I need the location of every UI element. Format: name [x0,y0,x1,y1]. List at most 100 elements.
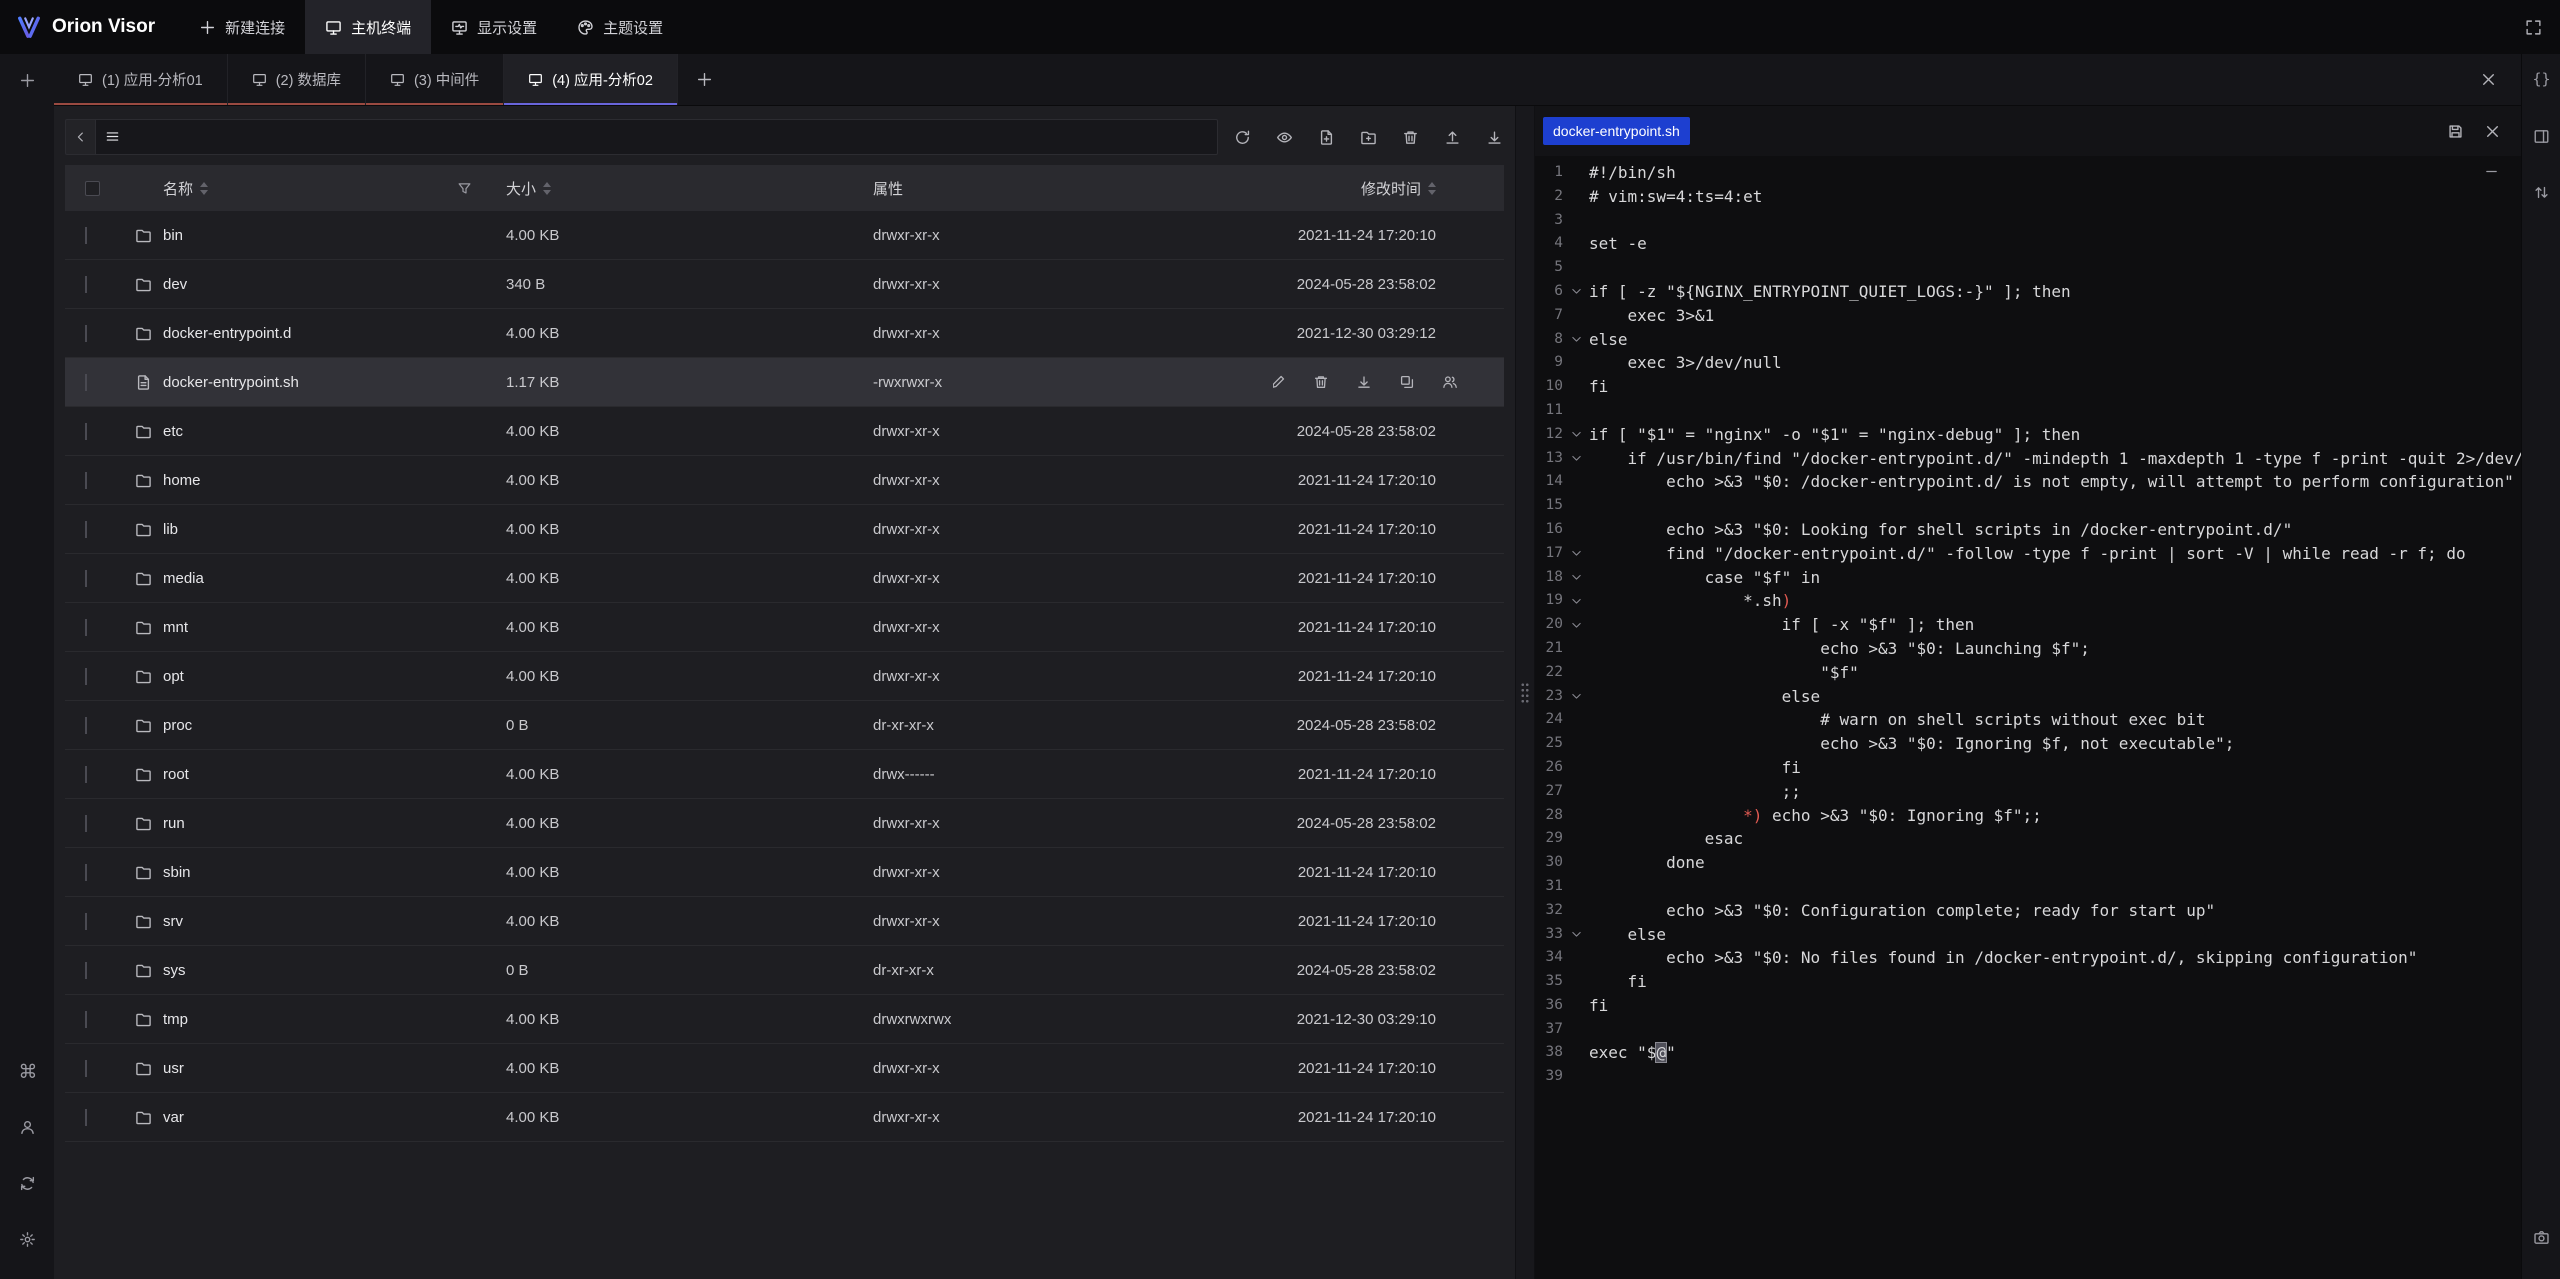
terminal-tab-2[interactable]: (2) 数据库 [228,54,366,105]
sort-icon[interactable] [1428,182,1436,195]
code-line[interactable]: 9 exec 3>/dev/null [1535,351,2521,375]
menu-item-display-settings[interactable]: 显示设置 [431,0,557,54]
row-checkbox[interactable] [85,325,87,342]
row-checkbox[interactable] [85,570,87,587]
code-line[interactable]: 27 ;; [1535,780,2521,804]
code-line[interactable]: 11 [1535,399,2521,423]
code-line[interactable]: 32 echo >&3 "$0: Configuration complete;… [1535,899,2521,923]
upload-button[interactable] [1444,129,1461,146]
fold-chevron-icon[interactable] [1563,923,1589,947]
file-row[interactable]: media4.00 KBdrwxr-xr-x2021-11-24 17:20:1… [65,554,1504,603]
code-line[interactable]: 24 # warn on shell scripts without exec … [1535,708,2521,732]
file-row[interactable]: tmp4.00 KBdrwxrwxrwx2021-12-30 03:29:10 [65,995,1504,1044]
fold-chevron-icon[interactable] [1563,566,1589,590]
editor-file-tab[interactable]: docker-entrypoint.sh [1543,117,1690,145]
row-checkbox[interactable] [85,423,87,440]
row-delete-button[interactable] [1313,374,1329,390]
code-line[interactable]: 31 [1535,875,2521,899]
save-button[interactable] [2447,123,2464,140]
row-download-button[interactable] [1356,374,1372,390]
code-line[interactable]: 6if [ -z "${NGINX_ENTRYPOINT_QUIET_LOGS:… [1535,280,2521,304]
path-input[interactable] [95,119,1218,155]
code-line[interactable]: 25 echo >&3 "$0: Ignoring $f, not execut… [1535,732,2521,756]
menu-item-host-terminal[interactable]: 主机终端 [305,0,431,54]
code-line[interactable]: 22 "$f" [1535,661,2521,685]
fold-chevron-icon[interactable] [1563,542,1589,566]
close-editor-button[interactable] [2484,123,2501,140]
fold-chevron-icon[interactable] [1563,613,1589,637]
code-line[interactable]: 8else [1535,328,2521,352]
file-row[interactable]: proc0 Bdr-xr-xr-x2024-05-28 23:58:02 [65,701,1504,750]
code-line[interactable]: 35 fi [1535,970,2521,994]
row-checkbox[interactable] [85,962,87,979]
sort-button[interactable] [2522,172,2560,212]
row-checkbox[interactable] [85,227,87,244]
file-row[interactable]: sbin4.00 KBdrwxr-xr-x2021-11-24 17:20:10 [65,848,1504,897]
add-tab-button[interactable] [678,54,732,105]
column-header-mtime[interactable]: 修改时间 [1273,165,1504,211]
user-button[interactable] [8,1107,46,1147]
code-line[interactable]: 34 echo >&3 "$0: No files found in /dock… [1535,946,2521,970]
code-line[interactable]: 1#!/bin/sh [1535,161,2521,185]
code-line[interactable]: 13 if /usr/bin/find "/docker-entrypoint.… [1535,447,2521,471]
download-button[interactable] [1486,129,1503,146]
code-line[interactable]: 26 fi [1535,756,2521,780]
row-checkbox[interactable] [85,864,87,881]
file-row[interactable]: dev340 Bdrwxr-xr-x2024-05-28 23:58:02 [65,260,1504,309]
row-checkbox[interactable] [85,668,87,685]
row-checkbox[interactable] [85,1060,87,1077]
code-line[interactable]: 29 esac [1535,827,2521,851]
commands-button[interactable]: ⌘ [8,1051,46,1091]
sync-button[interactable] [8,1163,46,1203]
row-checkbox[interactable] [85,1109,87,1126]
file-row[interactable]: mnt4.00 KBdrwxr-xr-x2021-11-24 17:20:10 [65,603,1504,652]
delete-button[interactable] [1402,129,1419,146]
row-checkbox[interactable] [85,913,87,930]
terminal-tab-3[interactable]: (3) 中间件 [366,54,504,105]
code-line[interactable]: 39 [1535,1065,2521,1089]
row-checkbox[interactable] [85,1011,87,1028]
file-row[interactable]: run4.00 KBdrwxr-xr-x2024-05-28 23:58:02 [65,799,1504,848]
code-line[interactable]: 17 find "/docker-entrypoint.d/" -follow … [1535,542,2521,566]
code-line[interactable]: 36fi [1535,994,2521,1018]
code-line[interactable]: 10fi [1535,375,2521,399]
code-line[interactable]: 19 *.sh) [1535,589,2521,613]
file-row[interactable]: etc4.00 KBdrwxr-xr-x2024-05-28 23:58:02 [65,407,1504,456]
file-row[interactable]: home4.00 KBdrwxr-xr-x2021-11-24 17:20:10 [65,456,1504,505]
collapse-all-button[interactable] [2484,164,2499,179]
file-row[interactable]: lib4.00 KBdrwxr-xr-x2021-11-24 17:20:10 [65,505,1504,554]
column-header-size[interactable]: 大小 [486,165,853,211]
file-row[interactable]: docker-entrypoint.d4.00 KBdrwxr-xr-x2021… [65,309,1504,358]
code-line[interactable]: 7 exec 3>&1 [1535,304,2521,328]
new-file-button[interactable] [1318,129,1335,146]
screenshot-button[interactable] [2522,1217,2560,1257]
close-all-tabs-button[interactable] [2480,71,2497,88]
sort-icon[interactable] [200,182,208,195]
code-line[interactable]: 3 [1535,209,2521,233]
preview-button[interactable] [1276,129,1293,146]
fullscreen-button[interactable] [2525,19,2542,36]
row-checkbox[interactable] [85,521,87,538]
file-row[interactable]: opt4.00 KBdrwxr-xr-x2021-11-24 17:20:10 [65,652,1504,701]
terminal-tab-4[interactable]: (4) 应用-分析02 [504,54,678,105]
code-line[interactable]: 33 else [1535,923,2521,947]
column-header-name[interactable]: 名称 [121,165,486,211]
code-line[interactable]: 12if [ "$1" = "nginx" -o "$1" = "nginx-d… [1535,423,2521,447]
row-checkbox[interactable] [85,276,87,293]
code-line[interactable]: 23 else [1535,685,2521,709]
row-move-button[interactable] [1399,374,1415,390]
row-edit-button[interactable] [1273,374,1286,390]
terminal-tab-1[interactable]: (1) 应用-分析01 [54,54,228,105]
row-checkbox[interactable] [85,472,87,489]
row-checkbox[interactable] [85,717,87,734]
menu-item-theme-settings[interactable]: 主题设置 [557,0,683,54]
row-checkbox[interactable] [85,815,87,832]
fold-chevron-icon[interactable] [1563,328,1589,352]
code-line[interactable]: 18 case "$f" in [1535,566,2521,590]
code-line[interactable]: 15 [1535,494,2521,518]
code-line[interactable]: 38exec "$@" [1535,1041,2521,1065]
code-line[interactable]: 2# vim:sw=4:ts=4:et [1535,185,2521,209]
variables-button[interactable]: {} [2522,60,2560,100]
code-line[interactable]: 28 *) echo >&3 "$0: Ignoring $f";; [1535,804,2521,828]
code-line[interactable]: 37 [1535,1018,2521,1042]
